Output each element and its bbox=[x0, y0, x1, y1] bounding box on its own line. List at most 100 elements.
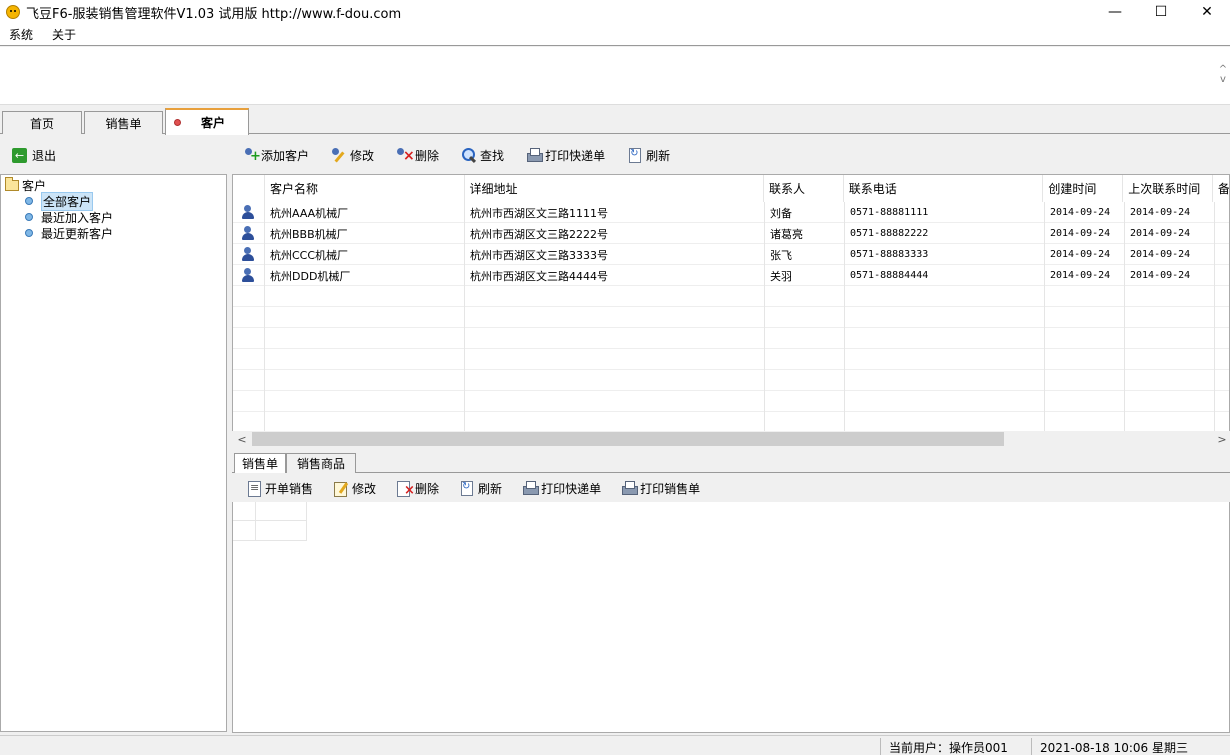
ribbon-scroll[interactable]: ^ v bbox=[1216, 47, 1230, 103]
print-sale-button[interactable]: 打印销售单 bbox=[621, 480, 700, 497]
cell-customer-name: 杭州DDD机械厂 bbox=[265, 265, 465, 286]
exit-label: 退出 bbox=[32, 148, 57, 163]
edit-sale-label: 修改 bbox=[352, 481, 377, 496]
empty-cell bbox=[845, 349, 1045, 370]
cell-contact: 关羽 bbox=[765, 265, 845, 286]
person-icon bbox=[241, 247, 255, 262]
header-phone[interactable]: 联系电话 bbox=[844, 175, 1044, 202]
header-last-contact[interactable]: 上次联系时间 bbox=[1123, 175, 1214, 202]
header-icon-col bbox=[233, 175, 265, 202]
tab-home[interactable]: 首页 bbox=[2, 111, 82, 134]
current-user-status: 当前用户：操作员001 bbox=[880, 738, 1030, 755]
menu-bar: 系统 关于 bbox=[0, 24, 1230, 46]
printer-icon bbox=[522, 480, 540, 496]
empty-cell bbox=[1125, 307, 1215, 328]
menu-system[interactable]: 系统 bbox=[0, 26, 43, 43]
refresh-button[interactable]: 刷新 bbox=[627, 147, 670, 164]
empty-cell bbox=[845, 328, 1045, 349]
scroll-left-icon[interactable]: < bbox=[234, 431, 250, 447]
ribbon-area: ^ v bbox=[0, 47, 1230, 105]
header-created[interactable]: 创建时间 bbox=[1043, 175, 1124, 202]
delete-customer-button[interactable]: 删除 bbox=[396, 147, 439, 164]
edit-sale-button[interactable]: 修改 bbox=[333, 480, 376, 497]
scroll-down-icon[interactable]: v bbox=[1220, 75, 1226, 85]
close-button[interactable]: ✕ bbox=[1184, 0, 1230, 24]
cell-address: 杭州市西湖区文三路3333号 bbox=[465, 244, 765, 265]
cell-phone: 0571-88881111 bbox=[845, 202, 1045, 223]
new-sale-label: 开单销售 bbox=[265, 481, 314, 496]
folder-icon bbox=[5, 176, 19, 191]
tree-item-recently-added[interactable]: 最近加入客户 bbox=[25, 209, 113, 225]
tab-sales[interactable]: 销售单 bbox=[84, 111, 163, 134]
customer-grid: 客户名称 详细地址 联系人 联系电话 创建时间 上次联系时间 备 杭州AAA机械… bbox=[232, 174, 1230, 447]
empty-cell bbox=[1045, 412, 1125, 433]
cell-contact: 诸葛亮 bbox=[765, 223, 845, 244]
header-contact[interactable]: 联系人 bbox=[764, 175, 844, 202]
delete-user-icon bbox=[396, 147, 415, 163]
empty-cell bbox=[1125, 412, 1215, 433]
empty-cell bbox=[265, 370, 465, 391]
title-bar: 飞豆F6-服装销售管理软件V1.03 试用版 http://www.f-dou.… bbox=[0, 0, 1230, 24]
empty-cell bbox=[1045, 370, 1125, 391]
header-customer-name[interactable]: 客户名称 bbox=[265, 175, 465, 202]
empty-cell bbox=[465, 307, 765, 328]
print-express-label: 打印快递单 bbox=[545, 148, 606, 163]
maximize-button[interactable]: ☐ bbox=[1138, 0, 1184, 24]
person-icon bbox=[241, 226, 255, 241]
exit-button[interactable]: ← 退出 bbox=[12, 147, 56, 164]
grid-cell bbox=[233, 502, 256, 521]
empty-cell bbox=[233, 391, 265, 412]
empty-row bbox=[233, 307, 1229, 328]
refresh-icon bbox=[459, 480, 475, 496]
empty-row bbox=[233, 328, 1229, 349]
empty-cell bbox=[265, 412, 465, 433]
scroll-right-icon[interactable]: > bbox=[1214, 431, 1230, 447]
scrollbar-thumb[interactable] bbox=[252, 432, 1004, 446]
refresh-icon bbox=[627, 147, 643, 163]
delete-sale-button[interactable]: 删除 bbox=[396, 480, 439, 497]
table-row[interactable]: 杭州BBB机械厂 杭州市西湖区文三路2222号 诸葛亮 0571-8888222… bbox=[233, 223, 1229, 244]
document-list-icon bbox=[246, 480, 262, 497]
minimize-button[interactable]: — bbox=[1092, 0, 1138, 24]
add-customer-button[interactable]: 添加客户 bbox=[242, 147, 309, 164]
cell-customer-name: 杭州AAA机械厂 bbox=[265, 202, 465, 223]
cell-created: 2014-09-24 bbox=[1045, 202, 1125, 223]
table-row[interactable]: 杭州CCC机械厂 杭州市西湖区文三路3333号 张飞 0571-88883333… bbox=[233, 244, 1229, 265]
grid-horizontal-scrollbar[interactable]: < > bbox=[232, 431, 1230, 447]
customer-toolbar: 添加客户 修改 删除 查找 打印快递单 刷新 bbox=[233, 140, 1230, 170]
tab-customers[interactable]: 客户 bbox=[165, 108, 249, 135]
empty-cell bbox=[1125, 370, 1215, 391]
tree-item-recently-updated[interactable]: 最近更新客户 bbox=[25, 225, 113, 241]
print-express-sales-label: 打印快递单 bbox=[541, 481, 602, 496]
find-customer-button[interactable]: 查找 bbox=[461, 147, 504, 164]
header-notes[interactable]: 备 bbox=[1213, 175, 1229, 202]
refresh-sales-button[interactable]: 刷新 bbox=[459, 480, 502, 497]
tab-sales-orders[interactable]: 销售单 bbox=[234, 453, 286, 473]
tab-sales-products[interactable]: 销售商品 bbox=[286, 453, 356, 473]
table-row[interactable]: 杭州AAA机械厂 杭州市西湖区文三路1111号 刘备 0571-88881111… bbox=[233, 202, 1229, 223]
tree-root[interactable]: 客户 bbox=[5, 176, 46, 193]
empty-cell bbox=[1125, 286, 1215, 307]
empty-cell bbox=[465, 349, 765, 370]
empty-cell bbox=[845, 286, 1045, 307]
window-controls: — ☐ ✕ bbox=[1092, 0, 1230, 24]
empty-cell bbox=[765, 349, 845, 370]
cell-last-contact: 2014-09-24 bbox=[1125, 223, 1215, 244]
header-address[interactable]: 详细地址 bbox=[465, 175, 764, 202]
node-bullet-icon bbox=[25, 197, 33, 205]
row-icon-cell bbox=[233, 265, 265, 286]
empty-cell bbox=[265, 307, 465, 328]
cell-phone: 0571-88884444 bbox=[845, 265, 1045, 286]
edit-customer-button[interactable]: 修改 bbox=[331, 147, 374, 164]
table-row[interactable]: 杭州DDD机械厂 杭州市西湖区文三路4444号 关羽 0571-88884444… bbox=[233, 265, 1229, 286]
new-sale-button[interactable]: 开单销售 bbox=[246, 480, 313, 497]
edit-user-icon bbox=[331, 147, 347, 163]
grid-cell bbox=[233, 521, 256, 541]
menu-about[interactable]: 关于 bbox=[43, 26, 86, 43]
tab-close-dot-icon[interactable] bbox=[174, 119, 181, 126]
print-express-sales-button[interactable]: 打印快递单 bbox=[522, 480, 601, 497]
tab-home-label: 首页 bbox=[29, 116, 54, 131]
empty-cell bbox=[233, 412, 265, 433]
print-express-button[interactable]: 打印快递单 bbox=[526, 147, 605, 164]
tree-item-all-customers[interactable]: 全部客户 bbox=[25, 191, 94, 211]
